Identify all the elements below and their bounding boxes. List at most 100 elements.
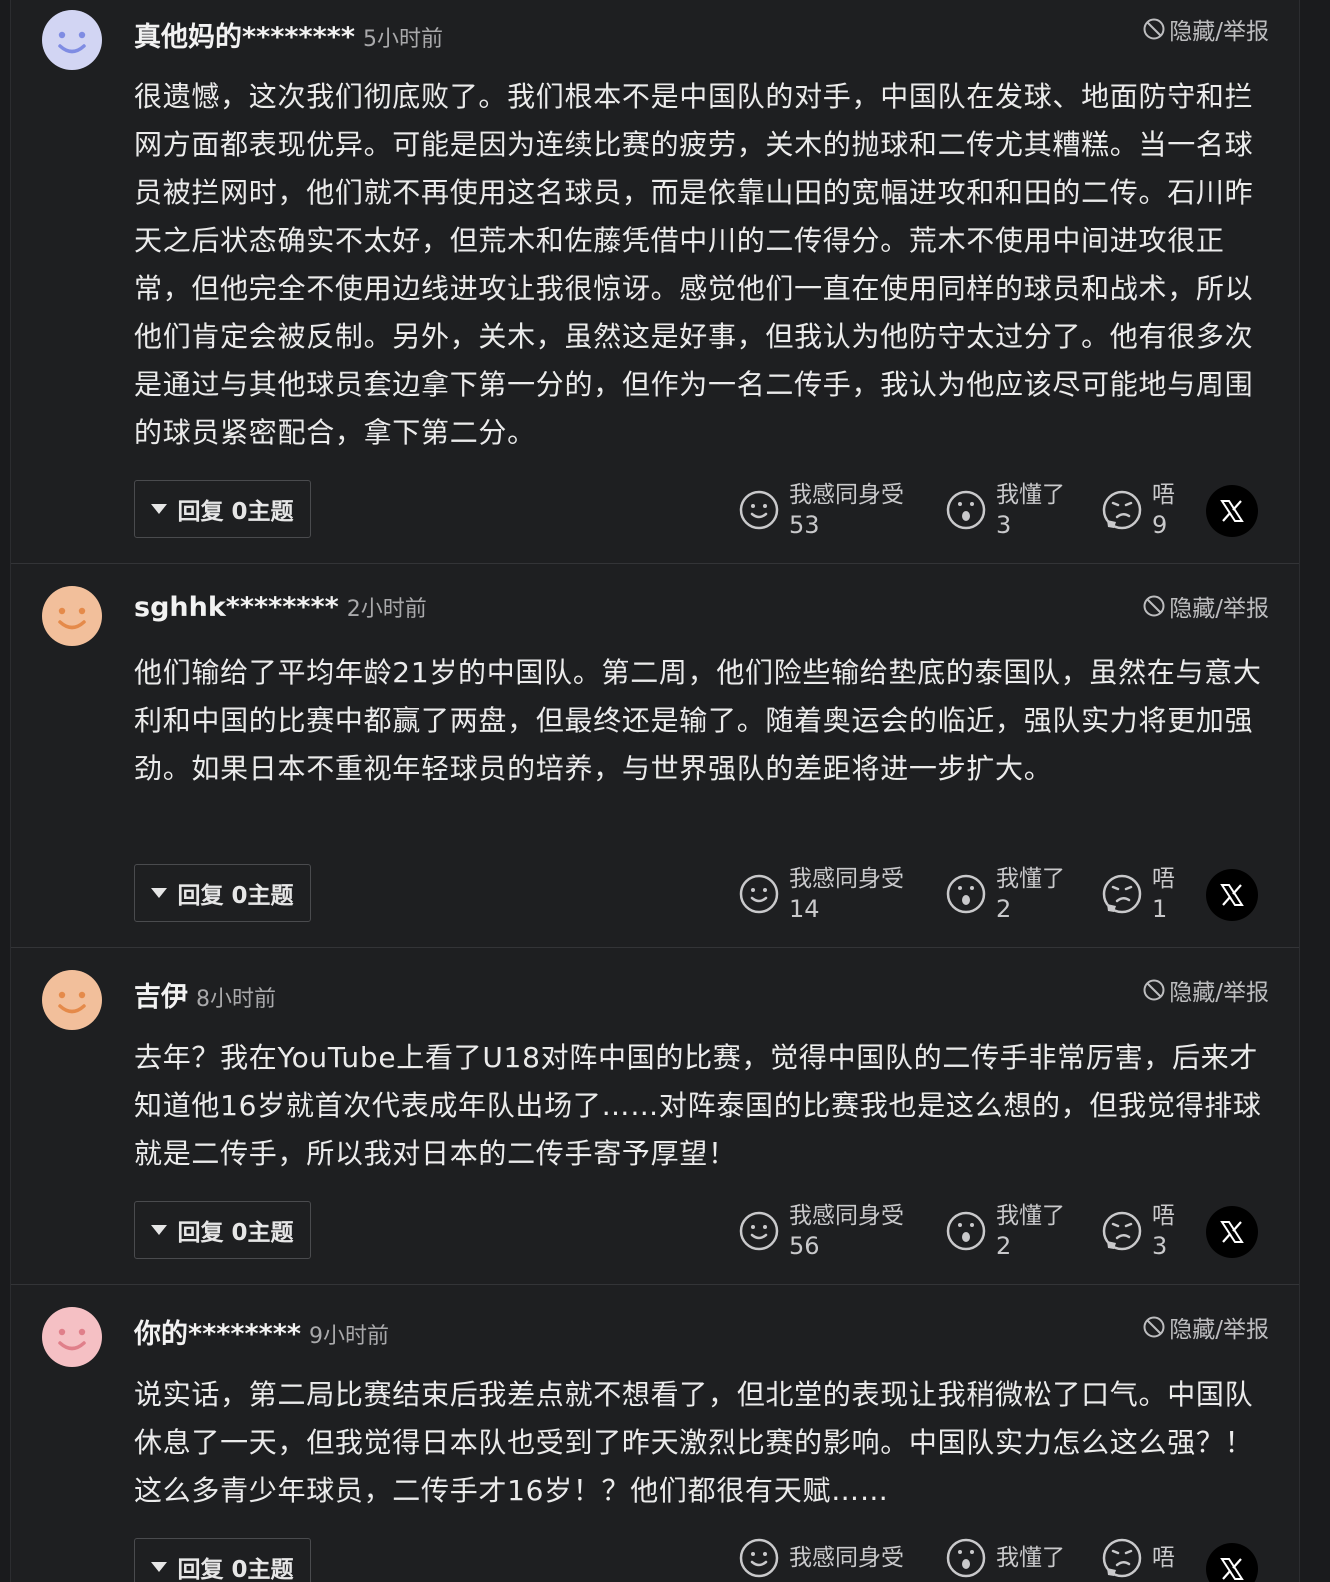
reaction-hmm-button[interactable]: 唔 9	[1102, 480, 1175, 540]
avatar[interactable]	[42, 970, 102, 1030]
reaction-label: 我懂了	[996, 866, 1065, 892]
comment-item: sghhk******** 2小时前 隐藏/举报 他们输给了平均年龄21岁的中国…	[11, 564, 1299, 948]
x-logo-icon	[1220, 1558, 1244, 1580]
comment-item: 吉伊 8小时前 隐藏/举报 去年？我在YouTube上看了U18对阵中国的比赛，…	[11, 948, 1299, 1285]
hide-report-link[interactable]: 隐藏/举报	[1142, 1310, 1269, 1344]
avatar[interactable]	[42, 586, 102, 646]
timestamp: 5小时前	[362, 27, 443, 52]
x-logo-icon	[1220, 500, 1244, 522]
reaction-count: 2	[996, 895, 1012, 923]
reaction-label: 我感同身受	[789, 1203, 904, 1229]
thinking-icon	[1102, 1538, 1142, 1578]
surprised-icon	[946, 1211, 986, 1251]
surprised-icon	[946, 874, 986, 914]
comment-meta: 吉伊 8小时前	[134, 975, 276, 1014]
block-icon	[1143, 18, 1165, 40]
reaction-empathize-button[interactable]: 我感同身受 56	[739, 1201, 904, 1261]
reply-toggle-button[interactable]: 回复 0主题	[134, 1201, 311, 1259]
smile-icon	[739, 874, 779, 914]
reply-label: 回复 0主题	[177, 883, 294, 909]
block-icon	[1143, 595, 1165, 617]
hide-report-label: 隐藏/举报	[1169, 596, 1269, 622]
hide-report-link[interactable]: 隐藏/举报	[1142, 589, 1269, 623]
reaction-count: 3	[996, 511, 1012, 539]
reaction-hmm-button[interactable]: 唔	[1102, 1538, 1175, 1578]
reply-toggle-button[interactable]: 回复 0主题	[134, 864, 311, 922]
reaction-hmm-button[interactable]: 唔 3	[1102, 1201, 1175, 1261]
reaction-count: 56	[789, 1232, 820, 1260]
reaction-empathize-button[interactable]: 我感同身受	[739, 1538, 904, 1578]
reaction-hmm-button[interactable]: 唔 1	[1102, 864, 1175, 924]
surprised-icon	[946, 490, 986, 530]
thinking-icon	[1102, 874, 1142, 914]
reaction-count: 14	[789, 895, 820, 923]
reaction-label: 我懂了	[996, 482, 1065, 508]
thinking-icon	[1102, 490, 1142, 530]
smile-icon	[739, 490, 779, 530]
hide-report-label: 隐藏/举报	[1169, 980, 1269, 1006]
x-logo-icon	[1220, 884, 1244, 906]
reply-label: 回复 0主题	[177, 1557, 294, 1582]
caret-down-icon	[151, 1562, 168, 1572]
comment-meta: 真他妈的******** 5小时前	[134, 15, 443, 54]
comment-text: 说实话，第二局比赛结束后我差点就不想看了，但北堂的表现让我稍微松了口气。中国队休…	[134, 1378, 1254, 1507]
caret-down-icon	[151, 504, 168, 514]
reaction-count: 53	[789, 511, 820, 539]
reaction-label: 唔	[1152, 1545, 1175, 1571]
avatar[interactable]	[42, 1307, 102, 1367]
reaction-label: 唔	[1152, 866, 1175, 892]
comment-text: 他们输给了平均年龄21岁的中国队。第二周，他们险些输给垫底的泰国队，虽然在与意大…	[134, 656, 1262, 785]
reaction-understand-button[interactable]: 我懂了 2	[946, 1201, 1065, 1261]
username[interactable]: sghhk********	[134, 592, 339, 623]
share-x-button[interactable]	[1206, 869, 1258, 921]
reaction-empathize-button[interactable]: 我感同身受 53	[739, 480, 904, 540]
timestamp: 2小时前	[346, 597, 427, 622]
reaction-label: 我感同身受	[789, 866, 904, 892]
reply-label: 回复 0主题	[177, 1220, 294, 1246]
username[interactable]: 吉伊	[134, 975, 188, 1014]
comment-feed: 真他妈的******** 5小时前 隐藏/举报 很遗憾，这次我们彻底败了。我们根…	[10, 0, 1300, 1582]
reaction-label: 唔	[1152, 1203, 1175, 1229]
hide-report-label: 隐藏/举报	[1169, 19, 1269, 45]
reaction-understand-button[interactable]: 我懂了	[946, 1538, 1065, 1578]
smile-icon	[739, 1538, 779, 1578]
reply-toggle-button[interactable]: 回复 0主题	[134, 480, 311, 538]
reaction-empathize-button[interactable]: 我感同身受 14	[739, 864, 904, 924]
hide-report-link[interactable]: 隐藏/举报	[1142, 12, 1269, 46]
username[interactable]: 真他妈的********	[134, 15, 355, 54]
hide-report-label: 隐藏/举报	[1169, 1317, 1269, 1343]
reaction-understand-button[interactable]: 我懂了 3	[946, 480, 1065, 540]
thinking-icon	[1102, 1211, 1142, 1251]
share-x-button[interactable]	[1206, 1206, 1258, 1258]
reaction-label: 我懂了	[996, 1203, 1065, 1229]
reaction-label: 我感同身受	[789, 482, 904, 508]
comment-text: 很遗憾，这次我们彻底败了。我们根本不是中国队的对手，中国队在发球、地面防守和拦网…	[134, 80, 1254, 449]
reply-label: 回复 0主题	[177, 499, 294, 525]
reaction-count: 9	[1152, 511, 1168, 539]
comment-meta: 你的******** 9小时前	[134, 1312, 389, 1351]
comment-item: 你的******** 9小时前 隐藏/举报 说实话，第二局比赛结束后我差点就不想…	[11, 1285, 1299, 1582]
reaction-understand-button[interactable]: 我懂了 2	[946, 864, 1065, 924]
timestamp: 8小时前	[196, 987, 276, 1012]
share-x-button[interactable]	[1206, 1543, 1258, 1582]
reaction-count: 2	[996, 1232, 1012, 1260]
timestamp: 9小时前	[308, 1324, 389, 1349]
x-logo-icon	[1220, 1221, 1244, 1243]
hide-report-link[interactable]: 隐藏/举报	[1142, 973, 1269, 1007]
comment-item: 真他妈的******** 5小时前 隐藏/举报 很遗憾，这次我们彻底败了。我们根…	[11, 0, 1299, 564]
reaction-label: 唔	[1152, 482, 1175, 508]
reaction-label: 我感同身受	[789, 1545, 904, 1571]
share-x-button[interactable]	[1206, 485, 1258, 537]
reaction-label: 我懂了	[996, 1545, 1065, 1571]
avatar[interactable]	[42, 10, 102, 70]
comment-text: 去年？我在YouTube上看了U18对阵中国的比赛，觉得中国队的二传手非常厉害，…	[134, 1041, 1262, 1170]
reply-toggle-button[interactable]: 回复 0主题	[134, 1538, 311, 1582]
caret-down-icon	[151, 888, 168, 898]
block-icon	[1143, 979, 1165, 1001]
comment-meta: sghhk******** 2小时前	[134, 591, 427, 627]
reaction-count: 3	[1152, 1232, 1168, 1260]
caret-down-icon	[151, 1225, 168, 1235]
reaction-count: 1	[1152, 895, 1168, 923]
username[interactable]: 你的********	[134, 1312, 301, 1351]
surprised-icon	[946, 1538, 986, 1578]
